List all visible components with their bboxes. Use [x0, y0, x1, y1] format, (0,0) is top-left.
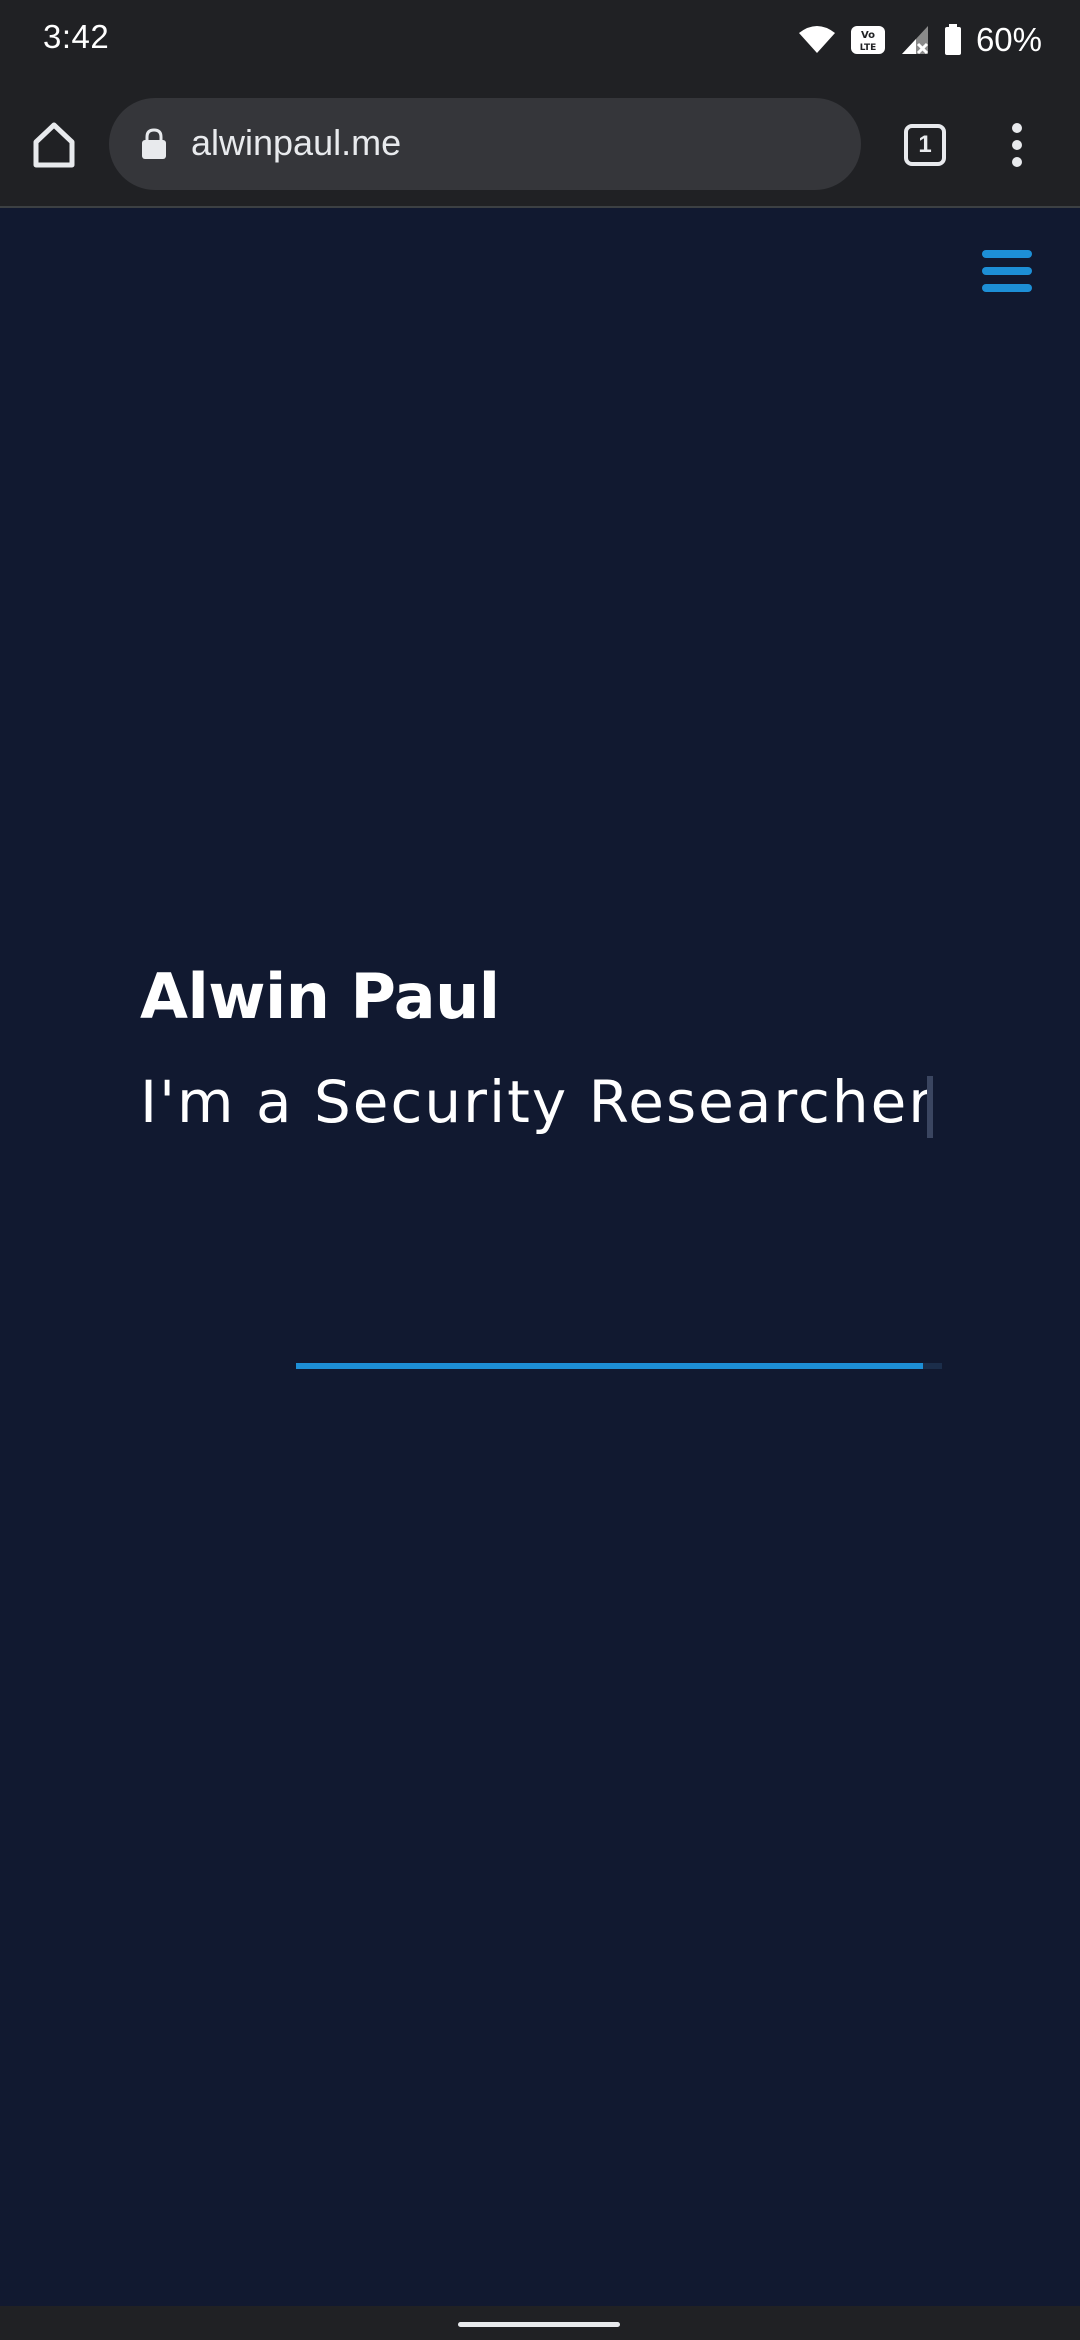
hamburger-menu-icon[interactable] — [982, 250, 1032, 292]
volte-icon: Vo LTE — [850, 26, 885, 54]
cell-signal-icon — [901, 26, 928, 55]
status-icons: Vo LTE 60% — [798, 16, 1042, 64]
svg-text:Vo: Vo — [861, 30, 875, 41]
status-bar: 3:42 Vo LTE 60% — [0, 0, 1080, 84]
wifi-icon — [798, 26, 835, 53]
web-page — [0, 210, 1080, 2306]
home-icon[interactable] — [30, 120, 78, 170]
underline-fill — [296, 1363, 923, 1369]
more-vert-icon[interactable] — [1006, 122, 1028, 168]
tagline-role: Security Researcher — [313, 1068, 935, 1136]
hero-tagline: I'm a Security Researcher — [140, 1068, 934, 1136]
typing-cursor — [927, 1076, 933, 1138]
url-text: alwinpaul.me — [191, 122, 402, 163]
gesture-handle[interactable] — [458, 2322, 620, 2327]
system-nav-bar — [0, 2306, 1080, 2340]
battery-percent: 60% — [975, 21, 1042, 58]
address-bar[interactable]: alwinpaul.me — [109, 98, 861, 190]
browser-toolbar: alwinpaul.me 1 — [0, 84, 1080, 208]
tagline-prefix: I'm a — [140, 1068, 294, 1136]
lock-icon — [142, 128, 166, 159]
battery-icon — [944, 24, 961, 55]
tabs-button[interactable]: 1 — [904, 124, 946, 166]
svg-text:LTE: LTE — [860, 43, 877, 53]
hero-name: Alwin Paul — [140, 960, 500, 1033]
status-time: 3:42 — [43, 18, 110, 55]
